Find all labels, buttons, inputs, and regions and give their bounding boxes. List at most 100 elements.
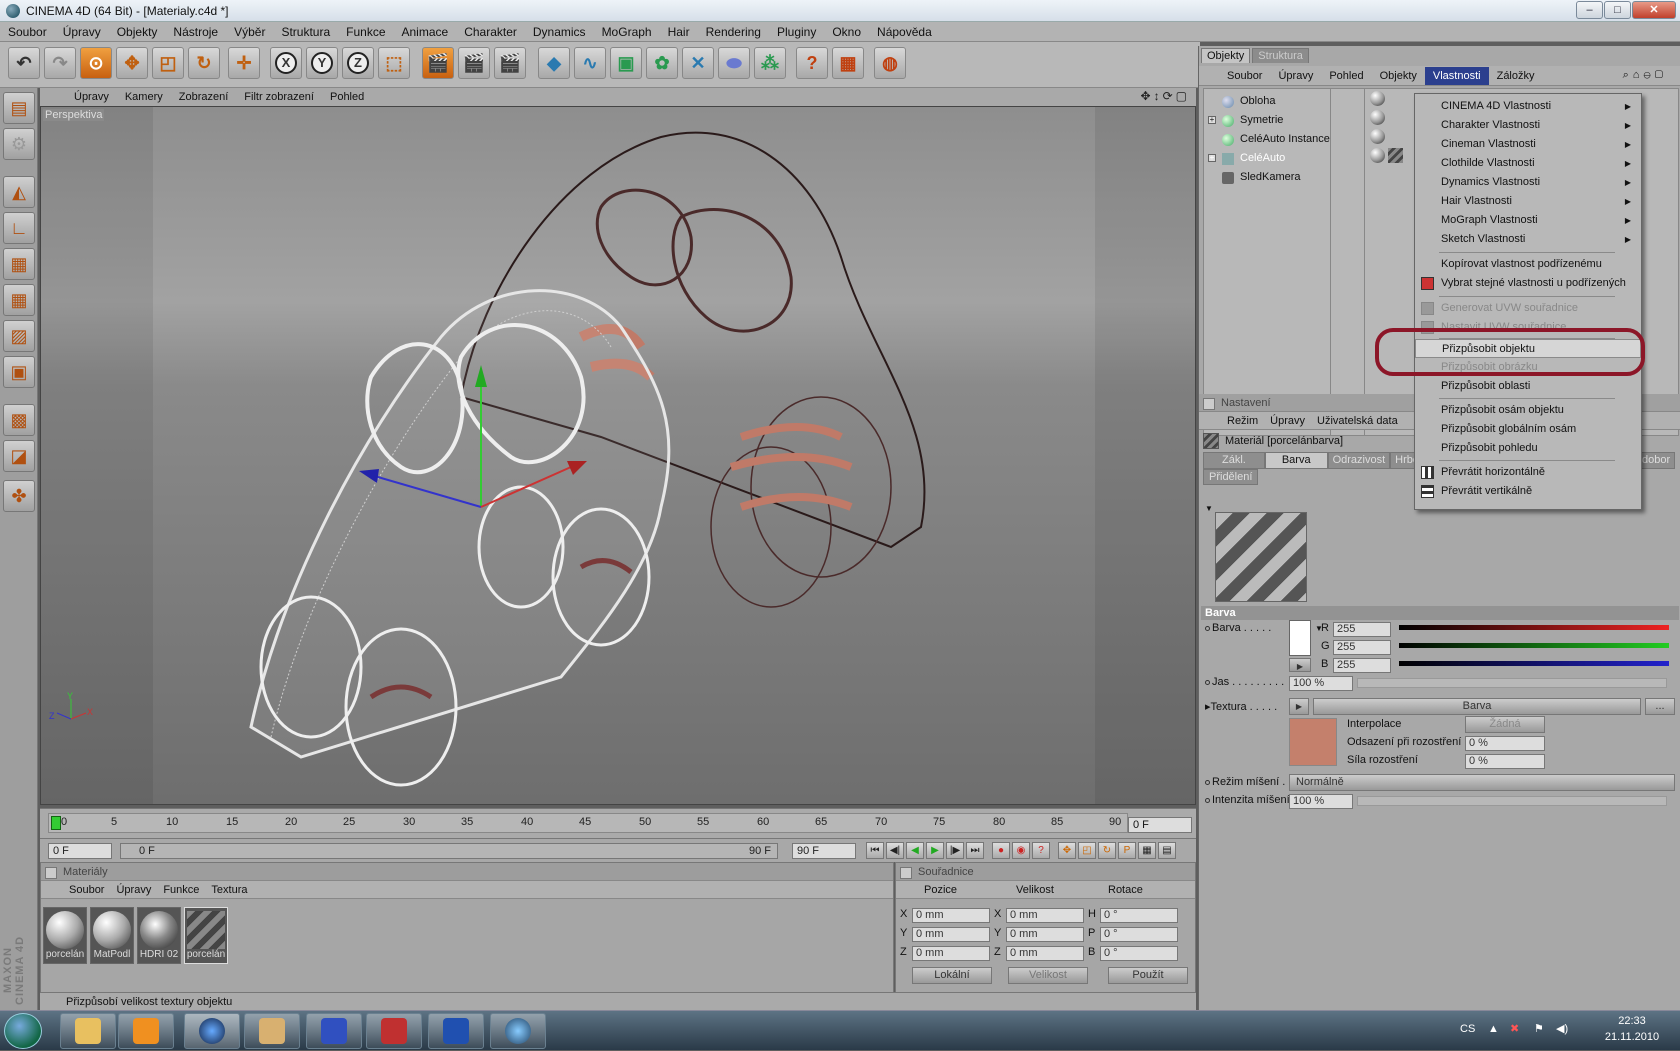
key-position-icon[interactable]: ✥ (1058, 842, 1076, 859)
brightness-field[interactable]: 100 % (1289, 676, 1353, 691)
menu-rendering[interactable]: Rendering (698, 25, 769, 39)
nurbs-icon[interactable]: ▣ (610, 47, 642, 79)
menu-item-copy-to-child[interactable]: Kopírovat vlastnost podřízenému (1415, 255, 1641, 274)
material-tag-icon[interactable] (1370, 148, 1385, 163)
live-select-icon[interactable]: ⊙ (80, 47, 112, 79)
web-icon[interactable]: ◍ (874, 47, 906, 79)
tray-expand-icon[interactable]: ▲ (1488, 1023, 1499, 1035)
brightness-slider[interactable] (1357, 678, 1667, 688)
autokey-icon[interactable]: ◉ (1012, 842, 1030, 859)
menu-item-c4d-vlastnosti[interactable]: CINEMA 4D Vlastnosti ▶ (1415, 97, 1641, 116)
material-swatch[interactable]: HDRI 02 (137, 907, 181, 964)
menu-item-sketch-vlastnosti[interactable]: Sketch Vlastnosti ▶ (1415, 230, 1641, 249)
menu-item-fit-to-object-axes[interactable]: Přizpůsobit osám objektu (1415, 401, 1641, 420)
blur-strength-field[interactable]: 0 % (1465, 754, 1545, 769)
material-tag-icon[interactable] (1370, 91, 1385, 106)
menu-vyber[interactable]: Výběr (226, 25, 273, 39)
rotation-p-field[interactable]: 0 ° (1100, 927, 1178, 942)
materials-menu-funkce[interactable]: Funkce (157, 884, 205, 896)
menu-item-generate-uvw[interactable]: Generovat UVW souřadnice (1415, 299, 1641, 318)
environment-icon[interactable]: ⬬ (718, 47, 750, 79)
redo-icon[interactable]: ↷ (44, 47, 76, 79)
material-swatch-selected[interactable]: porcelán (184, 907, 228, 964)
array-icon[interactable]: ✿ (646, 47, 678, 79)
taskbar-save-app[interactable] (306, 1013, 362, 1049)
size-z-field[interactable]: 0 mm (1006, 946, 1084, 961)
menu-animace[interactable]: Animace (394, 25, 457, 39)
undo-icon[interactable]: ↶ (8, 47, 40, 79)
taskbar-explorer[interactable] (60, 1013, 116, 1049)
texture-mode-icon[interactable]: ▣ (3, 356, 35, 388)
menu-item-mograph-vlastnosti[interactable]: MoGraph Vlastnosti ▶ (1415, 211, 1641, 230)
preview-range-slider[interactable]: 0 F 90 F (120, 843, 778, 859)
menu-item-fit-to-world-axes[interactable]: Přizpůsobit globálním osám (1415, 420, 1641, 439)
help-icon[interactable]: ? (796, 47, 828, 79)
clock-time[interactable]: 22:33 (1602, 1015, 1662, 1027)
menu-item-hair-vlastnosti[interactable]: Hair Vlastnosti ▶ (1415, 192, 1641, 211)
viewport-menu-upravy[interactable]: Úpravy (66, 91, 117, 103)
menu-charakter[interactable]: Charakter (456, 25, 525, 39)
taskbar-acrobat[interactable] (366, 1013, 422, 1049)
objects-menu-zalozky[interactable]: Záložky (1489, 70, 1543, 82)
taskbar-paint[interactable] (244, 1013, 300, 1049)
material-tag-icon[interactable] (1370, 129, 1385, 144)
green-field[interactable]: 255 (1333, 640, 1391, 655)
objects-menu-vlastnosti[interactable]: Vlastnosti (1424, 66, 1489, 85)
menu-funkce[interactable]: Funkce (338, 25, 393, 39)
edges-mode-icon[interactable]: ∟ (3, 212, 35, 244)
timeline-ruler[interactable]: 0 5 10 15 20 25 30 35 40 45 50 55 60 65 … (48, 813, 1128, 833)
spline-pen-icon[interactable]: ∿ (574, 47, 606, 79)
perspective-viewport[interactable]: Perspektiva Y Z X (40, 106, 1196, 805)
attr-tab-zakl[interactable]: Zákl. (1203, 452, 1265, 469)
texture-more-button[interactable]: ... (1645, 698, 1675, 715)
viewport-menu-filtr[interactable]: Filtr zobrazení (236, 91, 322, 103)
object-row[interactable]: SledKamera (1204, 168, 1404, 187)
blue-slider[interactable] (1399, 661, 1669, 666)
materials-menu-textura[interactable]: Textura (205, 884, 253, 896)
color-swatch[interactable] (1289, 620, 1311, 656)
points-mode-icon[interactable]: ◭ (3, 176, 35, 208)
menu-hair[interactable]: Hair (660, 25, 698, 39)
menu-okno[interactable]: Okno (824, 25, 869, 39)
texture-arrow-button[interactable]: ▶ (1289, 698, 1309, 715)
camera-light-icon[interactable]: ⁂ (754, 47, 786, 79)
material-tag-icon[interactable] (1370, 110, 1385, 125)
viewport-menu-zobrazeni[interactable]: Zobrazení (171, 91, 237, 103)
objects-menu-pohled[interactable]: Pohled (1321, 70, 1371, 82)
mix-strength-slider[interactable] (1357, 796, 1667, 806)
recent-tool-icon[interactable]: ✛ (228, 47, 260, 79)
clock-date[interactable]: 21.11.2010 (1602, 1031, 1662, 1043)
rotation-h-field[interactable]: 0 ° (1100, 908, 1178, 923)
attr-menu-rezim[interactable]: Režim (1221, 415, 1264, 427)
attr-tab-prideleni[interactable]: Přidělení (1203, 469, 1259, 485)
mix-mode-dropdown[interactable]: Normálně (1289, 774, 1675, 791)
blur-offset-field[interactable]: 0 % (1465, 736, 1545, 751)
lock-x-axis-icon[interactable]: X (270, 47, 302, 79)
lock-z-axis-icon[interactable]: Z (342, 47, 374, 79)
current-frame-field[interactable]: 0 F (1128, 817, 1192, 833)
menu-napoveda[interactable]: Nápověda (869, 25, 940, 39)
deformer-icon[interactable]: ✕ (682, 47, 714, 79)
next-key-icon[interactable]: |▶ (946, 842, 964, 859)
taskbar-cinema4d[interactable] (184, 1013, 240, 1049)
use-object-axis-icon[interactable]: ⚙ (3, 128, 35, 160)
interpolation-dropdown[interactable]: Žádná (1465, 716, 1545, 733)
menu-item-flip-horizontal[interactable]: Převrátit horizontálně (1415, 463, 1641, 482)
rotate-icon[interactable]: ↻ (188, 47, 220, 79)
key-pla-icon[interactable]: ▦ (1138, 842, 1156, 859)
menu-item-flip-vertical[interactable]: Převrátit vertikálně (1415, 482, 1641, 501)
attr-tab-barva[interactable]: Barva (1264, 452, 1328, 469)
menu-item-clothilde-vlastnosti[interactable]: Clothilde Vlastnosti ▶ (1415, 154, 1641, 173)
color-picker-button[interactable]: ▶ (1289, 658, 1311, 672)
mix-strength-field[interactable]: 100 % (1289, 794, 1353, 809)
size-y-field[interactable]: 0 mm (1006, 927, 1084, 942)
action-center-icon[interactable]: ⚑ (1534, 1022, 1544, 1035)
menu-soubor[interactable]: Soubor (0, 25, 55, 39)
viewport-nav-icons[interactable]: ✥↕⟳▢ (1141, 89, 1190, 103)
uv-points-icon[interactable]: ▦ (3, 284, 35, 316)
end-frame-field[interactable]: 90 F (792, 843, 856, 859)
lock-y-axis-icon[interactable]: Y (306, 47, 338, 79)
expand-icon[interactable]: + (1208, 116, 1216, 124)
key-parameter-icon[interactable]: P (1118, 842, 1136, 859)
start-button[interactable] (4, 1013, 42, 1049)
